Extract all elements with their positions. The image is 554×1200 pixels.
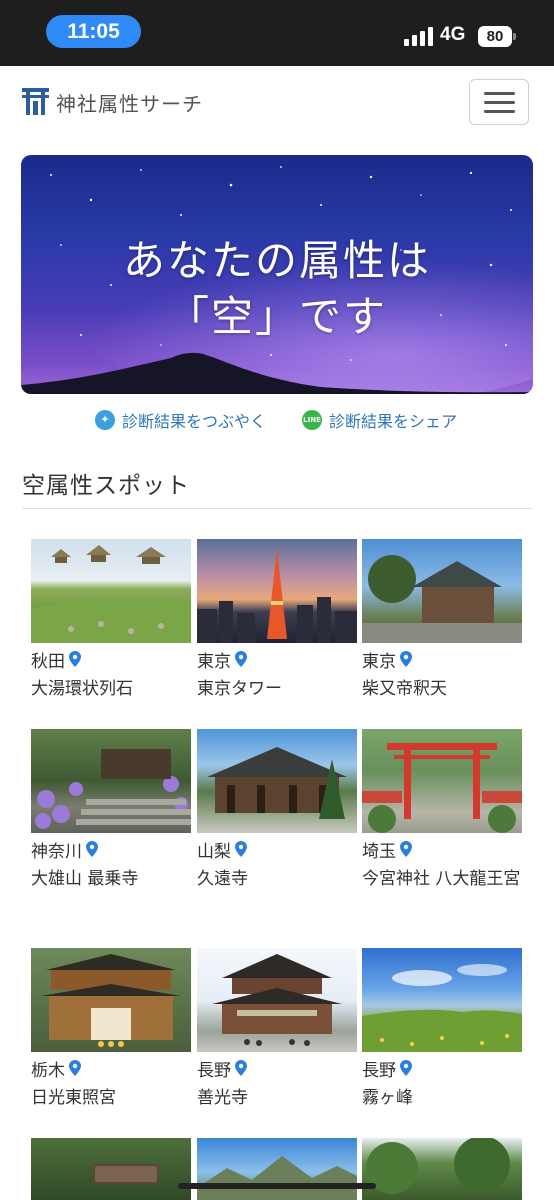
spot-prefecture-label: 栃木 (31, 1060, 65, 1081)
mountain-range-image (197, 1156, 357, 1200)
signal-icon (404, 26, 434, 46)
spot-card[interactable]: 東京 柴又帝釈天 (362, 539, 522, 703)
spot-prefecture: 秋田 (31, 647, 191, 672)
spot-prefecture: 栃木 (31, 1056, 191, 1081)
spot-name[interactable]: 日光東照宮 (31, 1084, 191, 1112)
map-pin-icon (235, 651, 247, 667)
map-pin-icon (69, 651, 81, 667)
line-logo-icon: LINE (302, 410, 322, 430)
spot-prefecture-label: 東京 (362, 651, 396, 672)
tweet-result-label: 診断結果をつぶやく (122, 412, 267, 431)
map-pin-icon (400, 841, 412, 857)
spot-prefecture: 神奈川 (31, 837, 191, 862)
forest-shrine-image (366, 1138, 510, 1194)
status-time: 11:05 (46, 15, 141, 48)
spot-photo[interactable] (31, 729, 191, 833)
spot-photo[interactable] (31, 948, 191, 1052)
torii-gate-image (362, 743, 522, 833)
spot-name[interactable]: 大湯環状列石 (31, 675, 191, 703)
spot-card[interactable]: 栃木 日光東照宮 (31, 948, 191, 1112)
map-pin-icon (400, 1060, 412, 1076)
spot-card[interactable]: 東京 東京タワー (197, 539, 357, 703)
spot-prefecture-label: 東京 (197, 651, 231, 672)
spot-name[interactable]: 久遠寺 (197, 865, 357, 893)
spot-photo[interactable] (31, 1138, 191, 1200)
spot-photo[interactable] (362, 729, 522, 833)
site-title[interactable]: 神社属性サーチ (56, 88, 203, 117)
map-pin-icon (235, 841, 247, 857)
map-pin-icon (86, 841, 98, 857)
spot-prefecture: 東京 (362, 647, 522, 672)
spot-photo[interactable] (362, 539, 522, 643)
spot-card[interactable]: 山梨 久遠寺 (197, 729, 357, 893)
spot-prefecture-label: 神奈川 (31, 841, 82, 862)
wooden-sign-image (93, 1164, 159, 1184)
section-divider (22, 508, 533, 509)
home-indicator[interactable] (178, 1183, 376, 1189)
twitter-bird-icon: ✦ (95, 410, 115, 430)
zenkoji-temple-image (212, 954, 342, 1046)
temple-image (362, 555, 522, 643)
spot-name[interactable]: 今宮神社 八大龍王宮 (362, 865, 522, 893)
stone-circle-image (31, 545, 191, 643)
spot-photo[interactable] (197, 948, 357, 1052)
spot-photo[interactable] (197, 1138, 357, 1200)
torii-logo-icon[interactable] (22, 88, 49, 115)
result-banner: あなたの属性は 「空」です (21, 155, 533, 394)
spot-prefecture: 山梨 (197, 837, 357, 862)
spot-card[interactable]: 埼玉 今宮神社 八大龍王宮 (362, 729, 522, 893)
kirigamine-plateau-image (362, 964, 522, 1052)
spot-name[interactable]: 善光寺 (197, 1084, 357, 1112)
section-title: 空属性スポット (22, 473, 190, 499)
spot-prefecture: 長野 (197, 1056, 357, 1081)
network-label: 4G (440, 24, 466, 45)
spot-photo[interactable] (31, 539, 191, 643)
spot-name[interactable]: 東京タワー (197, 675, 357, 703)
line-share-link[interactable]: LINE 診断結果をシェア (302, 408, 457, 432)
spot-name[interactable]: 霧ヶ峰 (362, 1084, 522, 1112)
spot-photo[interactable] (362, 948, 522, 1052)
spot-photo[interactable] (197, 729, 357, 833)
hamburger-icon-bar (484, 110, 515, 113)
hamburger-icon-bar (484, 101, 515, 104)
result-heading-line1: あなたの属性は (122, 236, 431, 285)
spot-card[interactable]: 神奈川 大雄山 最乗寺 (31, 729, 191, 893)
hydrangea-steps-image (35, 749, 191, 829)
spot-prefecture: 東京 (197, 647, 357, 672)
spot-card[interactable]: 長野 霧ヶ峰 (362, 948, 522, 1112)
site-header: 神社属性サーチ (0, 66, 554, 146)
spot-prefecture-label: 埼玉 (362, 841, 396, 862)
spot-prefecture-label: 長野 (197, 1060, 231, 1081)
spot-prefecture: 埼玉 (362, 837, 522, 862)
hamburger-icon (484, 92, 515, 95)
map-pin-icon (400, 651, 412, 667)
spot-prefecture-label: 秋田 (31, 651, 65, 672)
menu-button[interactable] (469, 79, 529, 125)
spot-name[interactable]: 柴又帝釈天 (362, 675, 522, 703)
tweet-result-link[interactable]: ✦ 診断結果をつぶやく (95, 408, 266, 432)
line-share-label: 診断結果をシェア (329, 412, 458, 431)
battery-level: 80 (486, 28, 504, 45)
spot-card[interactable]: 秋田 大湯環状列石 (31, 539, 191, 703)
spot-name[interactable]: 大雄山 最乗寺 (31, 865, 191, 893)
map-pin-icon (69, 1060, 81, 1076)
spot-prefecture: 長野 (362, 1056, 522, 1081)
spot-prefecture-label: 山梨 (197, 841, 231, 862)
spot-prefecture-label: 長野 (362, 1060, 396, 1081)
spot-photo[interactable] (197, 539, 357, 643)
battery-icon: 80 (478, 26, 516, 47)
spot-photo[interactable] (362, 1138, 522, 1200)
tokyo-tower-image (197, 549, 357, 643)
kuonji-temple-image (207, 747, 347, 819)
toshogu-gate-image (41, 954, 181, 1047)
spot-card[interactable]: 長野 善光寺 (197, 948, 357, 1112)
status-bar: 11:05 4G 80 (0, 0, 554, 66)
map-pin-icon (235, 1060, 247, 1076)
result-heading-line2: 「空」です (166, 292, 387, 341)
